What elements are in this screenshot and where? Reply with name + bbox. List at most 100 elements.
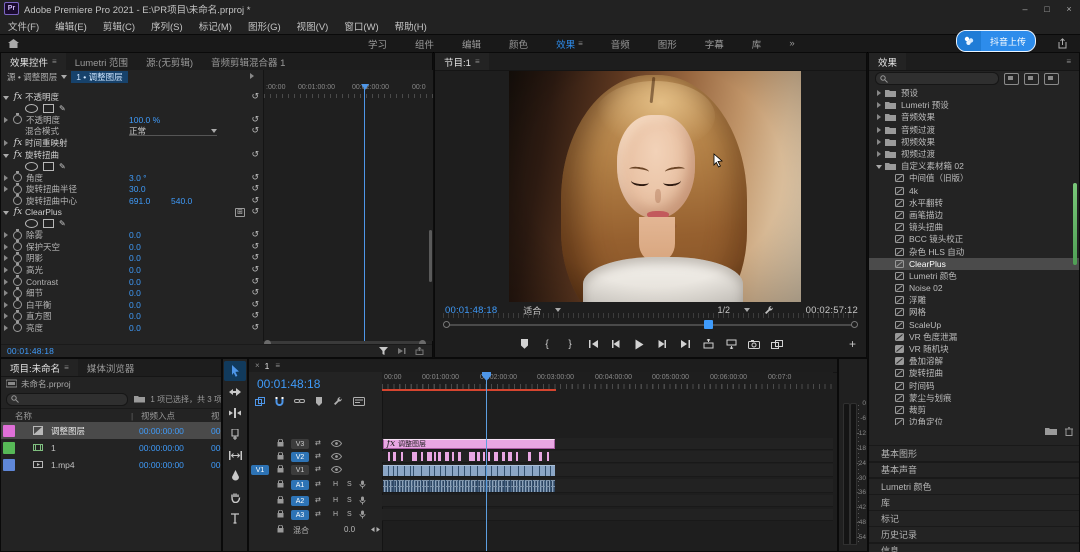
menu-item-8[interactable]: 帮助(H) <box>387 17 435 34</box>
param-value[interactable]: 0.0 <box>129 230 141 240</box>
stopwatch-icon[interactable] <box>13 242 22 251</box>
effects-folder-2[interactable]: 音频效果 <box>869 111 1079 123</box>
stopwatch-icon[interactable] <box>13 196 22 205</box>
panel-menu-icon[interactable]: ≡ <box>1066 57 1071 66</box>
clip-fragment[interactable] <box>427 452 432 461</box>
workspace-tab-8[interactable]: 库 <box>738 37 776 51</box>
panel-menu-icon[interactable]: ≡ <box>578 39 583 48</box>
stopwatch-icon[interactable] <box>13 254 22 263</box>
effect-row-高光[interactable]: 高光0.0↺ <box>1 264 263 276</box>
param-value[interactable]: 0.0 <box>129 300 141 310</box>
32bit-effects-badge-icon[interactable] <box>1024 73 1039 85</box>
effect-item-1[interactable]: 4k <box>869 185 1079 197</box>
reset-icon[interactable]: ↺ <box>251 184 259 194</box>
workspace-tab-6[interactable]: 图形 <box>644 37 691 51</box>
collapse-icon[interactable] <box>1 92 11 102</box>
track-toggle-A3[interactable]: A3 <box>291 510 309 520</box>
mark-out-button[interactable]: } <box>563 336 577 352</box>
pen-tool[interactable] <box>224 466 246 486</box>
collapse-icon[interactable] <box>1 150 11 160</box>
param-value[interactable]: 0.0 <box>129 323 141 333</box>
workspace-tab-4[interactable]: 效果≡ <box>542 37 597 51</box>
reset-icon[interactable]: ↺ <box>251 311 259 321</box>
effect-item-12[interactable]: ScaleUp <box>869 319 1079 331</box>
clip-video[interactable] <box>383 465 555 476</box>
clip-fragment[interactable] <box>483 452 485 461</box>
stacked-tab-3[interactable]: 库 <box>869 495 1079 510</box>
param-value[interactable]: 3.0 ° <box>129 173 147 183</box>
rect-mask-icon[interactable] <box>43 162 54 171</box>
clip-fragment[interactable] <box>539 452 542 461</box>
ellipse-mask-icon[interactable] <box>25 162 38 171</box>
lock-icon[interactable] <box>277 510 284 518</box>
lock-icon[interactable] <box>277 525 284 533</box>
menu-item-4[interactable]: 标记(M) <box>191 17 240 34</box>
track-toggle-A2[interactable]: A2 <box>291 496 309 506</box>
type-tool[interactable] <box>224 508 246 528</box>
sync-lock-icon[interactable]: ⇄ <box>315 480 321 488</box>
clip-fragment[interactable] <box>508 452 512 461</box>
effect-item-2[interactable]: 水平翻转 <box>869 197 1079 209</box>
close-sequence-icon[interactable]: × <box>255 361 260 370</box>
ripple-edit-tool[interactable] <box>224 403 246 423</box>
bin-icon[interactable] <box>134 395 145 403</box>
expand-icon[interactable] <box>1 253 11 263</box>
expand-icon[interactable] <box>1 138 11 148</box>
yuv-effects-badge-icon[interactable] <box>1044 73 1059 85</box>
workspace-tab-3[interactable]: 颜色 <box>495 37 542 51</box>
workspace-tabs-overflow[interactable]: » <box>775 37 808 51</box>
reset-icon[interactable]: ↺ <box>251 265 259 275</box>
clip-fragment[interactable] <box>452 452 454 461</box>
custom-setup-icon[interactable]: ⊞ <box>235 208 245 217</box>
lock-icon[interactable] <box>277 439 284 447</box>
mute-toggle[interactable]: H <box>333 511 338 518</box>
clip-fragment[interactable] <box>412 452 417 461</box>
effect-row-阴影[interactable]: 阴影0.0↺ <box>1 253 263 265</box>
effect-row-shapes[interactable]: ✎ <box>1 103 263 115</box>
mic-icon[interactable] <box>359 510 366 519</box>
timeline-timecode[interactable]: 00:01:48:18 <box>257 377 320 391</box>
menu-item-2[interactable]: 剪辑(C) <box>95 17 143 34</box>
track-lane-V1[interactable] <box>382 464 833 477</box>
expand-icon[interactable] <box>875 88 883 98</box>
stopwatch-icon[interactable] <box>13 300 22 309</box>
clip-fragment[interactable] <box>494 452 498 461</box>
maximize-button[interactable]: □ <box>1036 0 1058 17</box>
mute-toggle[interactable]: H <box>333 481 338 488</box>
panel-menu-icon[interactable]: ≡ <box>275 361 280 370</box>
expand-icon[interactable] <box>875 149 883 159</box>
clip-fragment[interactable] <box>458 452 461 461</box>
effect-row-混合模式[interactable]: 混合模式正常↺ <box>1 126 263 138</box>
workspace-tab-2[interactable]: 编辑 <box>448 37 495 51</box>
clip-audio[interactable] <box>383 480 555 492</box>
effect-playhead[interactable] <box>364 84 365 341</box>
track-header-V2[interactable]: V2⇄ <box>249 451 382 463</box>
track-header-A2[interactable]: A2⇄HS <box>249 495 382 507</box>
tab-effects[interactable]: 效果 <box>869 53 906 70</box>
effect-item-13[interactable]: VR 色度泄漏 <box>869 331 1079 343</box>
selected-clip-label[interactable]: 1 • 调整图层 <box>71 71 127 83</box>
captions-icon[interactable] <box>353 397 365 406</box>
tab-program[interactable]: 节目:1≡ <box>435 53 489 70</box>
play-around-icon[interactable] <box>397 347 406 355</box>
label-color-chip[interactable] <box>3 459 15 471</box>
reset-icon[interactable]: ↺ <box>251 115 259 125</box>
hand-tool[interactable] <box>224 487 246 507</box>
clip-fragment[interactable] <box>502 452 505 461</box>
snap-magnet-icon[interactable] <box>275 396 284 406</box>
param-value[interactable]: 30.0 <box>129 184 146 194</box>
share-icon[interactable] <box>1057 38 1068 49</box>
effect-row-除雾[interactable]: 除雾0.0↺ <box>1 230 263 242</box>
reset-icon[interactable]: ↺ <box>251 230 259 240</box>
tab-effect-controls[interactable]: 效果控件≡ <box>1 53 66 70</box>
clip-fragment[interactable] <box>488 452 490 461</box>
expand-icon[interactable] <box>1 288 11 298</box>
program-scrubber-playhead[interactable] <box>704 320 713 329</box>
track-lane-A2[interactable] <box>382 495 833 507</box>
program-scrubber[interactable] <box>443 321 858 329</box>
minimize-button[interactable]: – <box>1014 0 1036 17</box>
clip-fragment[interactable] <box>547 452 549 461</box>
clip-fragment[interactable] <box>434 452 436 461</box>
param-value[interactable]: 0.0 <box>129 311 141 321</box>
nest-icon[interactable] <box>255 397 265 406</box>
